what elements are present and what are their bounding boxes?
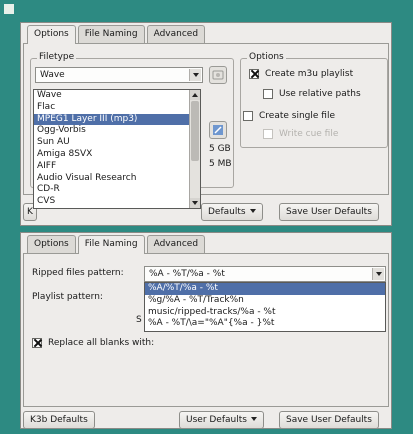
edit-icon	[213, 125, 223, 135]
filetype-list-item[interactable]: AIFF	[34, 161, 200, 173]
use-relative-paths-label: Use relative paths	[279, 89, 361, 99]
tab-advanced[interactable]: Advanced	[146, 235, 206, 253]
pattern-list-item[interactable]: %g/%A - %T/Track%n	[145, 295, 385, 307]
filetype-config-button[interactable]	[209, 66, 227, 84]
checkbox-disabled-icon	[263, 129, 273, 139]
k3b-defaults-button[interactable]: K3b Defaults	[23, 411, 95, 429]
filetype-list-item[interactable]: MPEG1 Layer III (mp3)	[34, 113, 200, 126]
filetype-list-item[interactable]: CVS	[34, 196, 200, 208]
checkbox-checked-icon[interactable]	[249, 69, 259, 79]
tab-advanced[interactable]: Advanced	[146, 25, 206, 43]
chevron-down-icon[interactable]	[372, 268, 384, 280]
filetype-combo[interactable]: Wave	[35, 67, 203, 83]
top-dialog: Options File Naming Advanced Filetype Wa…	[20, 22, 392, 226]
filetype-list-item[interactable]: Ogg-Vorbis	[34, 125, 200, 137]
edit-button[interactable]	[209, 121, 227, 139]
filetype-list-scrollbar[interactable]	[189, 90, 200, 208]
replace-blanks-label: Replace all blanks with:	[48, 338, 155, 348]
checkbox-unchecked-icon[interactable]	[263, 89, 273, 99]
filetype-list-item[interactable]: Flac	[34, 102, 200, 114]
create-single-file-checkbox[interactable]: Create single file	[243, 111, 335, 121]
user-defaults-label: Defaults	[208, 207, 246, 217]
pattern-dropdown-list[interactable]: %A/%T/%a - %t %g/%A - %T/Track%n music/rip…	[144, 282, 386, 332]
create-m3u-label: Create m3u playlist	[265, 69, 354, 79]
scroll-up-icon[interactable]	[190, 90, 200, 100]
pattern-list-item[interactable]: music/ripped-tracks/%a - %t	[145, 307, 385, 319]
write-cue-file-label: Write cue file	[279, 129, 339, 139]
replace-blanks-checkbox[interactable]: Replace all blanks with:	[32, 338, 154, 348]
ripped-files-pattern-label: Ripped files pattern:	[32, 268, 124, 278]
checkbox-unchecked-icon[interactable]	[243, 111, 253, 121]
filetype-list-item[interactable]: Audio Visual Research	[34, 173, 200, 185]
filetype-combo-value: Wave	[40, 70, 65, 80]
tab-file-naming[interactable]: File Naming	[77, 235, 145, 254]
corner-marker	[4, 4, 14, 14]
bottom-tab-bar: Options File Naming Advanced	[27, 235, 207, 254]
ripped-files-pattern-value[interactable]: %A - %T/%a - %t	[149, 267, 225, 281]
bottom-dialog: Options File Naming Advanced Ripped file…	[20, 232, 392, 429]
bottom-tab-panel: Ripped files pattern: %A - %T/%a - %t Pl…	[23, 253, 389, 407]
filetype-list-item[interactable]: Sun AU	[34, 137, 200, 149]
user-defaults-button[interactable]: Defaults	[201, 203, 263, 221]
chevron-down-icon[interactable]	[189, 69, 201, 81]
scroll-down-icon[interactable]	[190, 198, 200, 208]
create-single-file-label: Create single file	[259, 111, 335, 121]
save-user-defaults-button[interactable]: Save User Defaults	[279, 203, 379, 221]
chevron-down-icon	[250, 417, 257, 421]
playlist-pattern-label: Playlist pattern:	[32, 292, 103, 302]
settings-icon	[212, 70, 224, 80]
use-relative-paths-checkbox[interactable]: Use relative paths	[263, 89, 361, 99]
size-readout-mb: 5 MB	[209, 159, 232, 169]
write-cue-file-checkbox: Write cue file	[263, 129, 338, 139]
top-tab-bar: Options File Naming Advanced	[27, 25, 207, 44]
ripped-files-pattern-combo[interactable]: %A - %T/%a - %t	[144, 266, 386, 282]
tab-options[interactable]: Options	[27, 25, 76, 44]
checkbox-checked-icon[interactable]	[32, 338, 42, 348]
save-user-defaults-button[interactable]: Save User Defaults	[279, 411, 379, 429]
scroll-thumb[interactable]	[191, 101, 199, 161]
filetype-dropdown-list[interactable]: Wave Flac MPEG1 Layer III (mp3) Ogg-Vorbis S…	[33, 89, 201, 209]
options-group: Options Create m3u playlist Use relative…	[240, 52, 388, 148]
tab-file-naming[interactable]: File Naming	[77, 25, 145, 43]
tab-options[interactable]: Options	[27, 235, 76, 253]
size-readout-gb: 5 GB	[209, 144, 231, 154]
user-defaults-label: User Defaults	[186, 415, 247, 425]
filetype-list-item[interactable]: CD-R	[34, 184, 200, 196]
chevron-down-icon	[249, 209, 256, 213]
filetype-list-item[interactable]: Amiga 8SVX	[34, 149, 200, 161]
create-m3u-checkbox[interactable]: Create m3u playlist	[249, 69, 353, 79]
options-group-title: Options	[247, 52, 286, 62]
partial-label-s: S	[136, 315, 142, 325]
pattern-list-item[interactable]: %A/%T/%a - %t	[145, 283, 385, 295]
user-defaults-button[interactable]: User Defaults	[179, 411, 264, 429]
pattern-list-item[interactable]: %A - %T/\a="%A"{%a - }%t	[145, 318, 385, 330]
filetype-group-title: Filetype	[37, 52, 77, 62]
filetype-list-item[interactable]: Wave	[34, 90, 200, 102]
